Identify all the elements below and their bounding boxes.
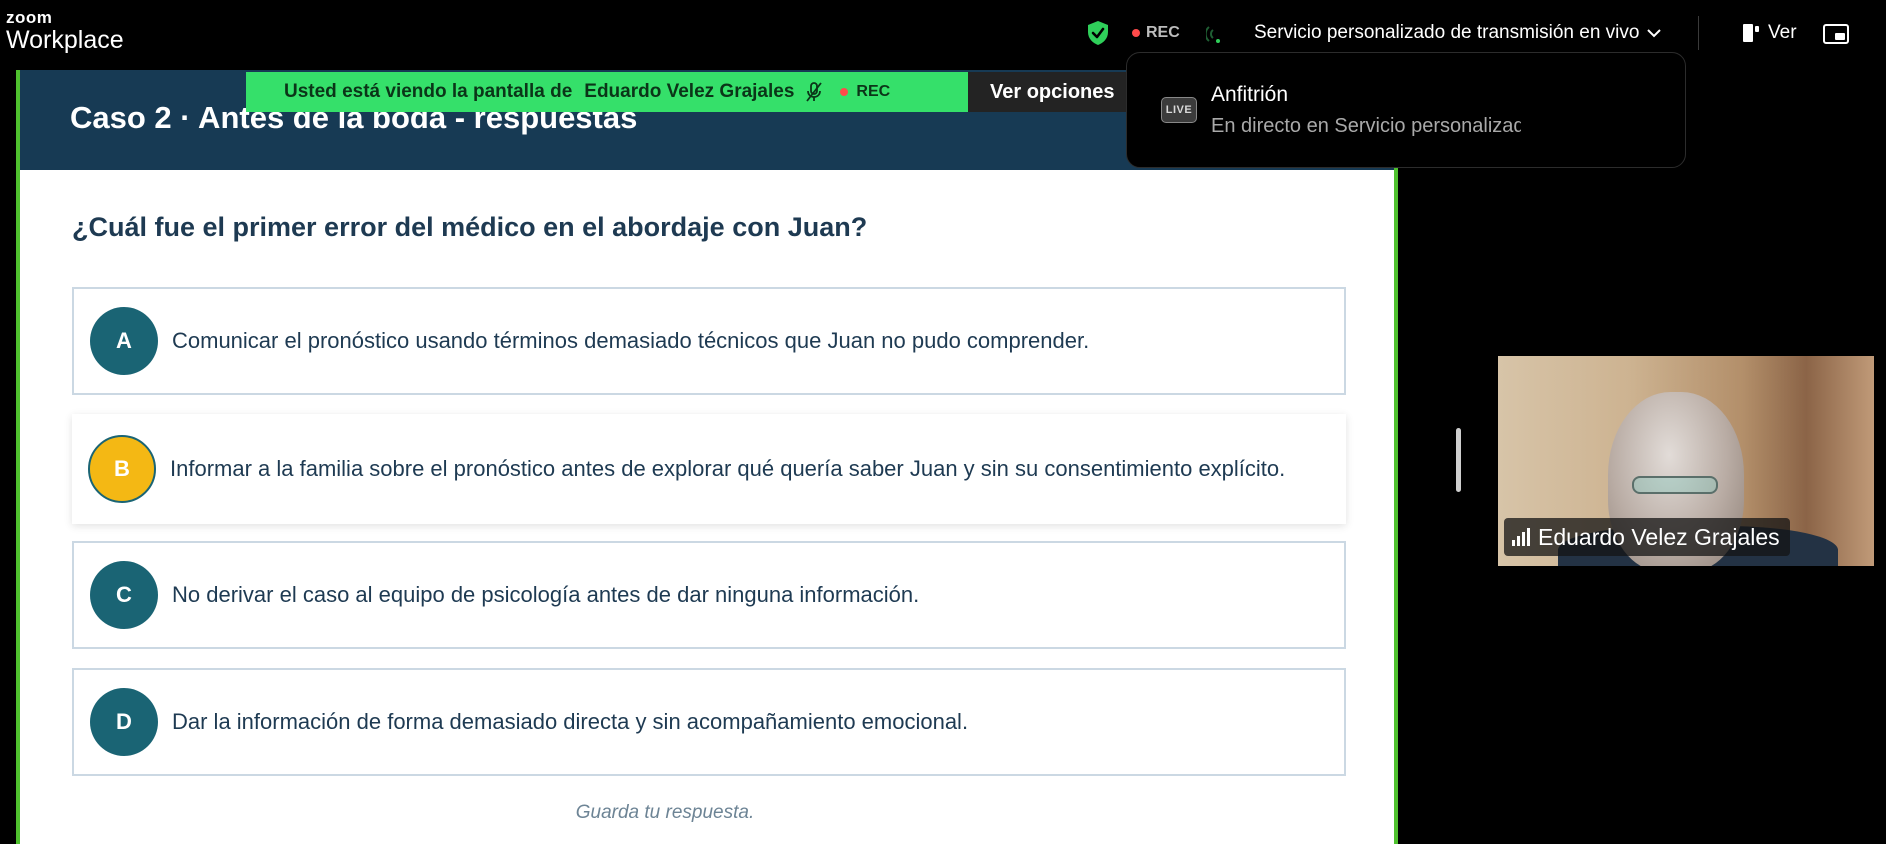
screen-share-banner: Usted está viendo la pantalla de Eduardo… [246,72,968,112]
option-letter-badge: C [90,561,158,629]
view-layout-icon [1743,24,1759,42]
chevron-down-icon [1647,29,1662,38]
option-text: Comunicar el pronóstico usando términos … [172,328,1090,353]
answer-option-b-selected[interactable]: B Informar a la familia sobre el pronóst… [72,414,1346,524]
banner-recording-label: REC [856,83,891,100]
participant-name-tag: Eduardo Velez Grajales [1504,518,1790,556]
view-button-label: Ver [1768,22,1797,43]
option-letter-badge: A [90,307,158,375]
recording-indicator[interactable]: REC [1132,24,1180,42]
zoom-workplace-logo: zoom Workplace [6,9,124,54]
live-stream-label: Servicio personalizado de transmisión en… [1254,22,1640,43]
live-stream-popup: LIVE Anfitrión En directo en Servicio pe… [1126,52,1686,168]
panel-scroll-handle[interactable] [1456,428,1461,492]
answer-option-d[interactable]: D Dar la información de forma demasiado … [72,668,1346,776]
live-signal-icon [1206,26,1220,43]
shared-screen: Caso 2 · Antes de la boda - respuestas ¿… [16,70,1398,844]
logo-zoom-text: zoom [6,8,53,27]
option-text: Informar a la familia sobre el pronóstic… [170,456,1286,481]
security-shield-icon[interactable] [1086,20,1110,46]
option-letter-badge: B [88,435,156,503]
popup-title: Anfitrión [1211,83,1289,106]
live-badge: LIVE [1161,97,1197,123]
answer-option-c[interactable]: C No derivar el caso al equipo de psicol… [72,541,1346,649]
recording-label: REC [1146,24,1180,41]
option-letter-badge: D [90,688,158,756]
option-text: Dar la información de forma demasiado di… [172,709,969,734]
save-answer-note: Guarda tu respuesta. [575,802,755,823]
live-stream-dropdown[interactable]: Servicio personalizado de transmisión en… [1254,22,1662,44]
share-banner-prefix: Usted está viendo la pantalla de [284,81,573,102]
mic-muted-icon [806,82,823,102]
presenter-name: Eduardo Velez Grajales [584,81,795,102]
participant-video-tile[interactable]: Eduardo Velez Grajales [1498,356,1874,566]
logo-workplace-text: Workplace [6,26,124,54]
banner-recording-indicator: REC [840,83,890,101]
picture-in-picture-icon[interactable] [1822,22,1850,46]
recording-dot-icon [1132,29,1140,37]
option-text: No derivar el caso al equipo de psicolog… [172,582,920,607]
recording-dot-icon [840,88,849,96]
toolbar-divider [1698,16,1699,50]
answer-option-a[interactable]: A Comunicar el pronóstico usando término… [72,287,1346,395]
connection-signal-icon [1512,528,1530,546]
view-options-button[interactable]: Ver opciones [968,72,1128,112]
participant-glasses [1632,476,1718,494]
view-button[interactable]: Ver [1742,22,1797,44]
participant-name: Eduardo Velez Grajales [1538,523,1780,550]
popup-subtitle: En directo en Servicio personalizado de … [1211,115,1521,137]
quiz-question: ¿Cuál fue el primer error del médico en … [72,212,868,242]
